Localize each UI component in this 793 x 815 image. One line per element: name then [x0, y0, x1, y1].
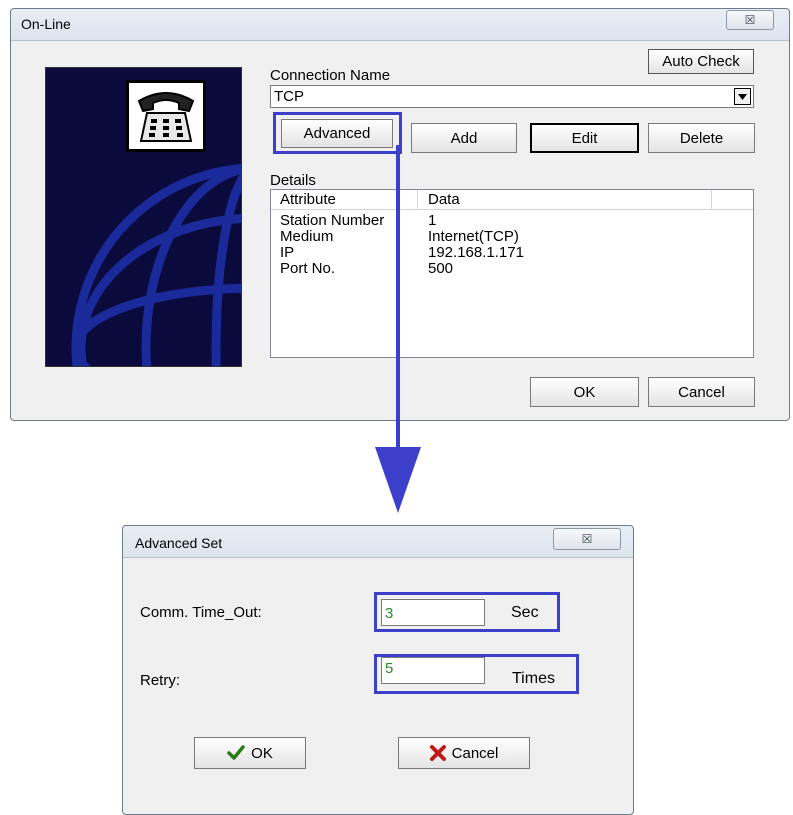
row-attribute: Port No.	[280, 260, 336, 277]
edit-label: Edit	[571, 129, 598, 147]
column-header-attribute-label: Attribute	[280, 191, 336, 208]
column-header-data[interactable]: Data	[418, 190, 712, 210]
timeout-unit: Sec	[511, 604, 539, 621]
connection-name-select[interactable]: TCP	[270, 85, 754, 108]
auto-check-label: Auto Check	[662, 53, 740, 70]
close-icon: ☒	[744, 13, 756, 27]
ok-label: OK	[573, 383, 596, 401]
telephone-icon-frame	[126, 80, 206, 152]
row-data: 1	[428, 212, 437, 229]
advanced-close-button[interactable]: ☒	[553, 528, 621, 550]
close-icon: ☒	[581, 532, 593, 546]
connection-name-value: TCP	[274, 88, 304, 105]
advanced-ok-label: OK	[251, 744, 273, 762]
retry-value: 5	[385, 660, 394, 677]
list-row[interactable]: IP 192.168.1.171	[271, 245, 711, 261]
telephone-icon	[137, 92, 195, 142]
advanced-cancel-label: Cancel	[451, 744, 499, 762]
cancel-label: Cancel	[678, 383, 725, 401]
checkmark-icon	[227, 745, 245, 760]
retry-input[interactable]: 5	[381, 657, 485, 684]
x-cancel-icon	[429, 745, 446, 761]
edit-button[interactable]: Edit	[530, 123, 639, 153]
row-attribute: Medium	[280, 228, 334, 245]
connection-banner	[45, 67, 242, 367]
advanced-set-dialog: Advanced Set ☒ Comm. Time_Out: 3 Sec Ret…	[122, 525, 634, 815]
ok-button[interactable]: OK	[530, 377, 639, 407]
dropdown-arrow-button[interactable]	[734, 88, 751, 105]
column-header-data-label: Data	[428, 191, 460, 208]
dropdown-arrow-icon	[738, 94, 747, 100]
list-row[interactable]: Medium Internet(TCP)	[271, 229, 711, 245]
details-label: Details	[270, 172, 316, 189]
timeout-label: Comm. Time_Out:	[140, 604, 262, 621]
online-titlebar: On-Line ☒	[11, 9, 789, 41]
row-data: 192.168.1.171	[428, 244, 524, 261]
advanced-dialog-title: Advanced Set	[135, 535, 223, 551]
list-row[interactable]: Port No. 500	[271, 261, 711, 277]
timeout-input[interactable]: 3	[381, 599, 485, 626]
row-data: Internet(TCP)	[428, 228, 519, 245]
online-close-button[interactable]: ☒	[726, 10, 774, 30]
details-header: Attribute Data	[271, 190, 753, 210]
delete-label: Delete	[679, 129, 724, 147]
row-attribute: IP	[280, 244, 295, 261]
list-row[interactable]: Station Number 1	[271, 213, 711, 229]
advanced-ok-button[interactable]: OK	[194, 737, 306, 769]
retry-unit: Times	[512, 670, 555, 687]
row-data: 500	[428, 260, 454, 277]
timeout-value: 3	[385, 605, 394, 622]
delete-button[interactable]: Delete	[648, 123, 755, 153]
auto-check-button[interactable]: Auto Check	[648, 49, 754, 74]
advanced-cancel-button[interactable]: Cancel	[398, 737, 530, 769]
advanced-button[interactable]: Advanced	[281, 119, 393, 148]
details-list[interactable]: Attribute Data Station Number 1 Medium I…	[270, 189, 754, 358]
connection-name-label: Connection Name	[270, 67, 391, 84]
add-label: Add	[450, 129, 478, 147]
online-dialog-title: On-Line	[21, 16, 71, 32]
advanced-label: Advanced	[303, 125, 371, 142]
cancel-button[interactable]: Cancel	[648, 377, 755, 407]
advanced-titlebar: Advanced Set ☒	[123, 526, 633, 558]
retry-label: Retry:	[140, 672, 181, 689]
down-arrow-annotation	[375, 145, 421, 513]
